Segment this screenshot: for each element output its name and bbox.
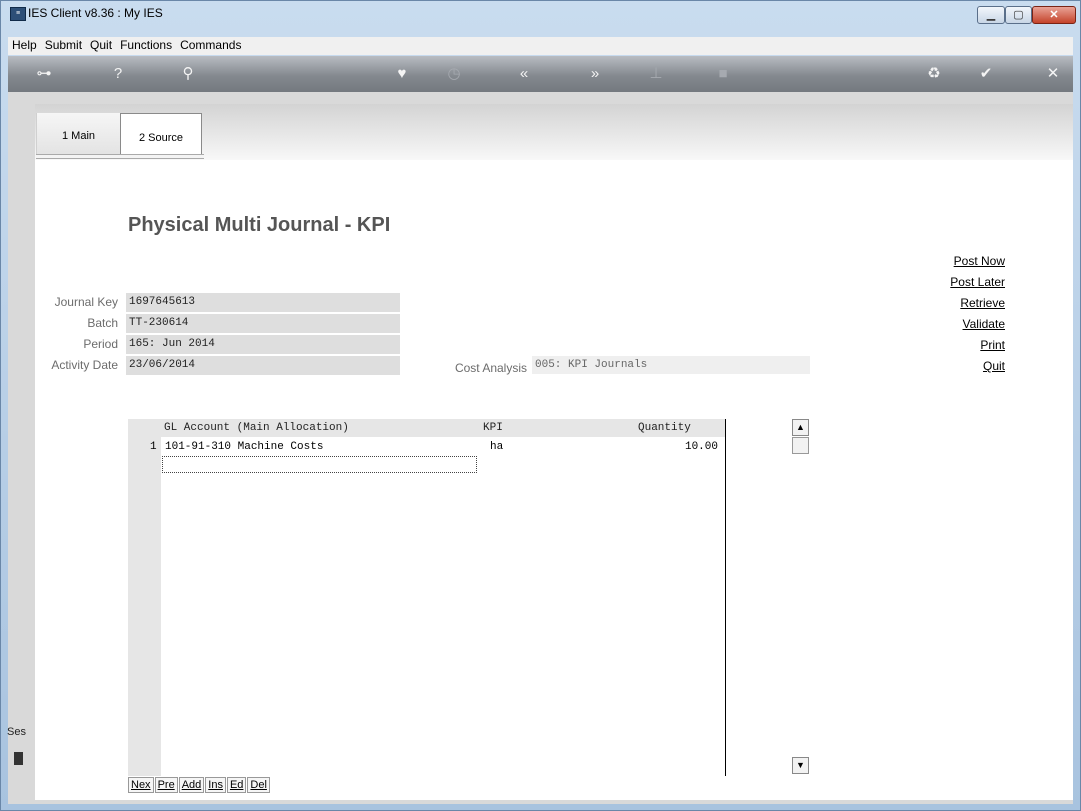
tab-main-label: 1 Main [61,130,96,142]
check-icon[interactable]: ✔ [974,64,998,84]
menu-bar: Help Submit Quit Functions Commands [8,37,1073,55]
scroll-thumb[interactable] [792,437,809,454]
row-number: 1 [150,441,157,453]
rewind-icon[interactable]: « [512,64,536,84]
cell-account[interactable]: 101-91-310 Machine Costs [165,441,323,453]
cost-analysis-label: Cost Analysis [454,361,527,375]
search-icon[interactable]: ⚲ [176,64,200,84]
add-button[interactable]: Add [178,777,205,793]
delete-button[interactable]: Del [247,777,270,793]
close-button[interactable]: ✕ [1032,6,1076,24]
period-field[interactable]: 165: Jun 2014 [126,335,400,354]
table-row[interactable]: 1 101-91-310 Machine Costs ha 10.00 [128,439,725,455]
scroll-down-arrow[interactable]: ▼ [792,757,809,774]
previous-button[interactable]: Pre [154,777,178,793]
period-label: Period [83,337,118,351]
edit-button[interactable]: Ed [226,777,247,793]
menu-submit[interactable]: Submit [41,37,86,52]
quit-link[interactable]: Quit [983,359,1005,373]
menu-help[interactable]: Help [8,37,41,52]
tab-main[interactable]: 1 Main [36,113,120,157]
header-quantity: Quantity [638,422,691,434]
cell-kpi[interactable]: ha [490,441,503,453]
tab-underline [36,154,204,159]
row-number-gutter [128,419,161,776]
menu-quit[interactable]: Quit [86,37,116,52]
journal-key-label: Journal Key [54,295,118,309]
retrieve-link[interactable]: Retrieve [960,296,1005,310]
next-button[interactable]: Nex [128,777,154,793]
key-icon[interactable]: ⊶ [32,64,56,84]
session-icon[interactable] [14,752,23,765]
header-gl-account: GL Account (Main Allocation) [164,422,349,434]
batch-field[interactable]: TT-230614 [126,314,400,333]
edit-cell-input[interactable] [162,456,477,473]
tab-source[interactable]: 2 Source [120,113,202,157]
activity-date-field[interactable]: 23/06/2014 [126,356,400,375]
scroll-up-arrow[interactable]: ▲ [792,419,809,436]
grid-header: GL Account (Main Allocation) KPI Quantit… [161,419,725,437]
clock-icon[interactable]: ◷ [442,64,466,84]
post-now-link[interactable]: Post Now [954,254,1005,268]
cell-quantity[interactable]: 10.00 [668,441,718,453]
fast-forward-icon[interactable]: » [583,64,607,84]
grid-buttons: Nex Pre Add Ins Ed Del [128,777,271,793]
stop-icon[interactable]: ■ [711,64,735,84]
menu-functions[interactable]: Functions [116,37,176,52]
validate-link[interactable]: Validate [963,317,1005,331]
help-icon[interactable]: ? [106,64,130,84]
maximize-button[interactable]: ▢ [1005,6,1032,24]
toolbar: ⊶ ? ⚲ ♥ ◷ « » ⊥ ■ ♻ ✔ ✕ [8,56,1073,92]
post-later-link[interactable]: Post Later [950,275,1005,289]
recycle-icon[interactable]: ♻ [922,64,946,84]
close-icon: ✕ [1049,9,1059,21]
title-bar: ≡ IES Client v8.36 : My IES ▁ ▢ ✕ [0,0,1081,36]
heart-icon[interactable]: ♥ [390,64,414,84]
close-icon[interactable]: ✕ [1041,64,1065,84]
tab-source-label: 2 Source [138,132,184,144]
ies-app-icon[interactable]: ≡ [10,7,26,21]
header-kpi: KPI [483,422,503,434]
session-label: Ses [7,726,26,738]
activity-date-label: Activity Date [51,358,118,372]
minimize-icon: ▁ [986,9,996,21]
insert-button[interactable]: Ins [205,777,226,793]
batch-label: Batch [87,316,118,330]
grid-scrollbar[interactable] [792,419,809,776]
minimize-button[interactable]: ▁ [977,6,1005,24]
tools-icon[interactable]: ⊥ [644,64,668,84]
cost-analysis-field[interactable]: 005: KPI Journals [532,356,810,374]
page-title: Physical Multi Journal - KPI [128,214,391,236]
print-link[interactable]: Print [980,338,1005,352]
maximize-icon: ▢ [1013,9,1024,21]
journal-key-field[interactable]: 1697645613 [126,293,400,312]
menu-commands[interactable]: Commands [176,37,245,52]
window-title: IES Client v8.36 : My IES [28,6,163,20]
